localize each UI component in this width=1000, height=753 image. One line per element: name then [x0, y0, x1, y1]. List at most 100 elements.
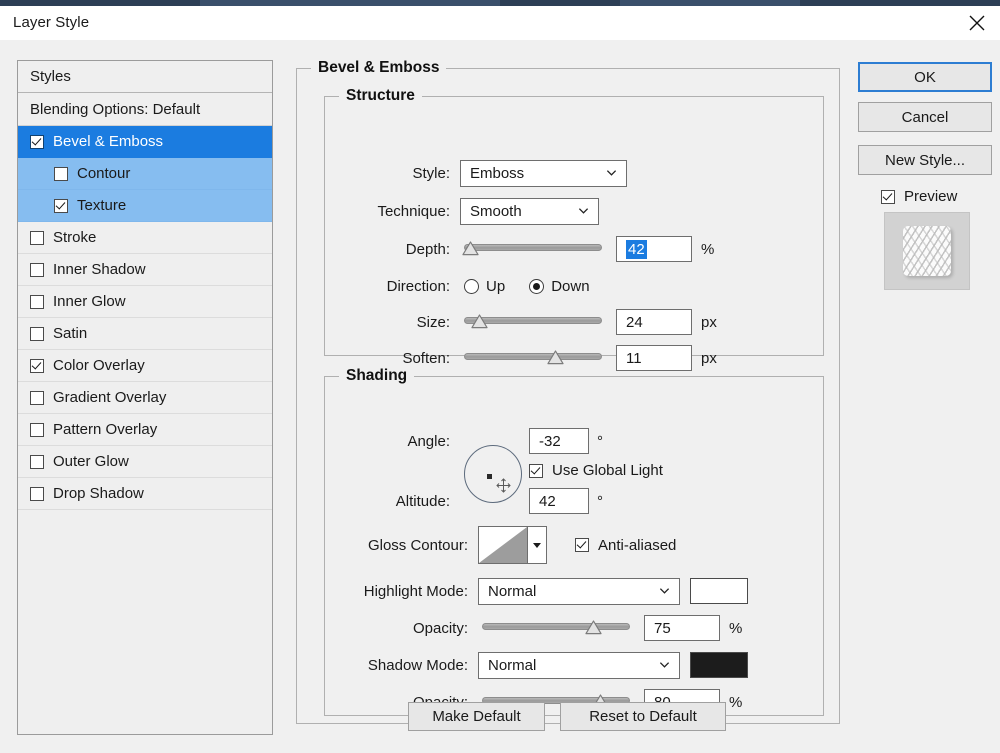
effect-checkbox[interactable] — [30, 262, 44, 277]
sidebar-item-outer-glow[interactable]: Outer Glow — [18, 446, 272, 478]
angle-input[interactable]: -32 — [529, 428, 589, 454]
effect-label: Stroke — [53, 229, 97, 246]
highlight-color-swatch[interactable] — [690, 578, 748, 604]
effect-checkbox[interactable] — [30, 134, 44, 149]
depth-input[interactable]: 42 — [616, 236, 692, 262]
direction-up-radio[interactable] — [464, 278, 479, 294]
highlight-mode-row: Highlight Mode: Normal — [332, 577, 748, 605]
sidebar-item-contour[interactable]: Contour — [18, 158, 272, 190]
depth-value: 42 — [626, 239, 647, 259]
effect-checkbox[interactable] — [30, 230, 44, 245]
blending-options-label: Blending Options: Default — [30, 100, 201, 118]
slider-thumb[interactable] — [461, 241, 479, 256]
soften-unit: px — [701, 349, 717, 367]
angle-row: Angle: — [352, 428, 450, 454]
style-select[interactable]: Emboss — [460, 159, 627, 187]
chevron-down-icon — [606, 170, 617, 176]
gloss-contour-picker[interactable] — [478, 526, 547, 564]
contour-curve-icon — [479, 527, 527, 563]
window-title: Layer Style — [13, 14, 90, 31]
cancel-button[interactable]: Cancel — [858, 102, 992, 132]
effect-checkbox[interactable] — [54, 198, 68, 213]
anti-aliased-label: Anti-aliased — [598, 536, 677, 554]
ok-button[interactable]: OK — [858, 62, 992, 92]
slider-thumb[interactable] — [471, 314, 488, 329]
sidebar-item-inner-shadow[interactable]: Inner Shadow — [18, 254, 272, 286]
shadow-mode-label: Shadow Mode: — [367, 656, 468, 674]
preview-checkbox-row[interactable]: Preview — [881, 188, 957, 205]
sidebar-item-inner-glow[interactable]: Inner Glow — [18, 286, 272, 318]
shadow-opacity-unit: % — [729, 693, 743, 711]
highlight-opacity-label: Opacity: — [412, 619, 468, 637]
sidebar-item-blending-options[interactable]: Blending Options: Default — [18, 93, 272, 126]
highlight-opacity-value: 75 — [654, 619, 671, 637]
effect-checkbox[interactable] — [30, 294, 44, 309]
effect-label: Bevel & Emboss — [53, 133, 164, 150]
sidebar-item-satin[interactable]: Satin — [18, 318, 272, 350]
soften-slider-track — [464, 353, 602, 360]
style-select-value: Emboss — [470, 164, 525, 182]
shadow-mode-select[interactable]: Normal — [478, 651, 680, 679]
reset-to-default-button[interactable]: Reset to Default — [560, 702, 726, 731]
direction-down-radio[interactable] — [529, 278, 545, 294]
close-icon[interactable] — [954, 6, 1000, 40]
size-unit: px — [701, 313, 717, 331]
shadow-color-swatch[interactable] — [690, 652, 748, 678]
angle-field-row: -32 ° — [529, 428, 603, 454]
altitude-field-row: 42 ° — [529, 488, 603, 514]
angle-dial[interactable] — [464, 445, 522, 503]
soften-input[interactable]: 11 — [616, 345, 692, 371]
altitude-value: 42 — [539, 492, 556, 510]
effect-label: Inner Shadow — [53, 261, 146, 278]
sidebar-item-color-overlay[interactable]: Color Overlay — [18, 350, 272, 382]
effect-checkbox[interactable] — [30, 326, 44, 341]
use-global-light-row[interactable]: Use Global Light — [529, 462, 663, 479]
highlight-mode-select[interactable]: Normal — [478, 577, 680, 605]
effect-checkbox[interactable] — [30, 422, 44, 437]
effect-checkbox[interactable] — [30, 390, 44, 405]
altitude-input[interactable]: 42 — [529, 488, 589, 514]
angle-dial-marker — [487, 474, 492, 479]
gloss-contour-swatch[interactable] — [478, 526, 528, 564]
effect-label: Pattern Overlay — [53, 421, 158, 438]
preview-checkbox[interactable] — [881, 189, 895, 204]
gloss-contour-dropdown[interactable] — [528, 526, 547, 564]
sidebar-item-bevel-emboss[interactable]: Bevel & Emboss — [18, 126, 272, 158]
sidebar-item-stroke[interactable]: Stroke — [18, 222, 272, 254]
highlight-opacity-track — [482, 623, 630, 630]
depth-slider[interactable] — [461, 238, 602, 260]
direction-down-option[interactable]: Down — [529, 278, 590, 295]
sidebar-item-pattern-overlay[interactable]: Pattern Overlay — [18, 414, 272, 446]
slider-thumb[interactable] — [585, 620, 602, 635]
direction-label: Direction: — [386, 277, 450, 295]
soften-slider[interactable] — [464, 347, 602, 369]
technique-select[interactable]: Smooth — [460, 197, 599, 225]
effect-checkbox[interactable] — [30, 486, 44, 501]
anti-aliased-checkbox[interactable] — [575, 538, 589, 552]
effects-list: Bevel & Emboss Contour Texture Stroke Inner … — [18, 126, 272, 510]
highlight-opacity-slider[interactable] — [482, 617, 630, 639]
effect-label: Inner Glow — [53, 293, 126, 310]
size-input[interactable]: 24 — [616, 309, 692, 335]
sidebar-item-drop-shadow[interactable]: Drop Shadow — [18, 478, 272, 510]
gloss-contour-label: Gloss Contour: — [367, 536, 468, 554]
slider-thumb[interactable] — [547, 350, 564, 365]
make-default-button[interactable]: Make Default — [408, 702, 545, 731]
effect-label: Color Overlay — [53, 357, 145, 374]
use-global-light-checkbox[interactable] — [529, 463, 543, 478]
effect-checkbox[interactable] — [30, 358, 44, 373]
highlight-opacity-input[interactable]: 75 — [644, 615, 720, 641]
shadow-mode-value: Normal — [488, 656, 537, 674]
new-style-button[interactable]: New Style... — [858, 145, 992, 175]
bevel-emboss-legend: Bevel & Emboss — [311, 59, 447, 77]
sidebar-item-gradient-overlay[interactable]: Gradient Overlay — [18, 382, 272, 414]
effect-checkbox[interactable] — [54, 166, 68, 181]
direction-up-option[interactable]: Up — [464, 278, 505, 295]
sidebar-item-texture[interactable]: Texture — [18, 190, 272, 222]
styles-panel: Styles Blending Options: Default Bevel &… — [17, 60, 273, 735]
size-slider[interactable] — [464, 311, 602, 333]
anti-aliased-row[interactable]: Anti-aliased — [575, 537, 676, 554]
highlight-opacity-unit: % — [729, 619, 743, 637]
effect-checkbox[interactable] — [30, 454, 44, 469]
effect-label: Outer Glow — [53, 453, 129, 470]
